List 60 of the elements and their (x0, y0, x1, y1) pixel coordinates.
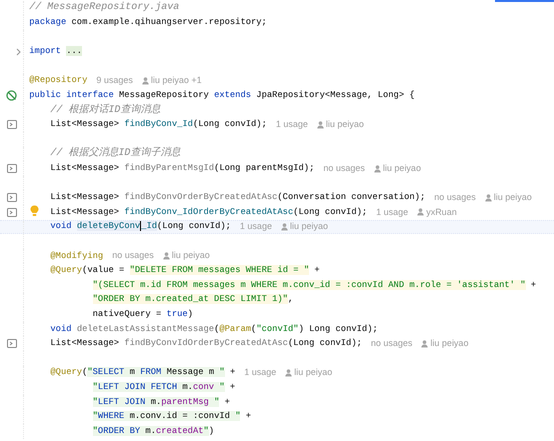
usage-count[interactable]: 9 usages (96, 74, 133, 88)
author-name[interactable]: liu peiyao +1 (150, 74, 202, 88)
usage-count[interactable]: 1 usage (276, 118, 308, 132)
code-line: List<Message> findByConv_IdOrderByCreatedAtAsc(Long convId); (50, 206, 368, 219)
usage-count[interactable]: 1 usage (244, 366, 276, 380)
code-line: // 根据父消息ID查询子消息 (50, 147, 180, 160)
code-line: package com.example.qihuangserver.repository; (29, 16, 267, 30)
console-icon[interactable] (6, 208, 16, 217)
author-name[interactable]: liu peiyao (294, 366, 332, 380)
code-line: "ORDER BY m.created_at DESC LIMIT 1)", (92, 293, 294, 306)
code-line: List<Message> findByConv_Id(Long convId); (50, 118, 267, 132)
usage-count[interactable]: 1 usage (240, 220, 272, 234)
code-line: List<Message> findByConvOrderByCreatedAtAsc(Conversation conversation); (50, 191, 426, 204)
person-icon (417, 208, 424, 216)
usage-count[interactable]: no usages (370, 336, 412, 350)
code-line: @Repository (29, 74, 88, 88)
code-line: // MessageRepository.java (29, 1, 180, 14)
code-line: List<Message> findByParentMsgId(Long parentMsgId); (50, 162, 314, 176)
tab-underline (495, 0, 554, 2)
code-line: import ... (29, 45, 82, 58)
usage-count[interactable]: 1 usage (376, 206, 408, 220)
code-line: "(SELECT m.id FROM messages m WHERE m.conv_id = :convId AND m.role = 'assistant' " + (92, 278, 536, 292)
console-icon[interactable] (6, 193, 16, 202)
code-line: "LEFT JOIN m.parentMsg " + (92, 396, 230, 409)
author-name[interactable]: liu peiyao (430, 336, 468, 350)
code-line: @Query(value = "DELETE FROM messages WHERE id = " + (50, 264, 320, 278)
code-line: List<Message> findByConvIdOrderByCreatedAtAsc(Long convId); (50, 337, 362, 350)
author-name[interactable]: liu peiyao (382, 162, 421, 176)
person-icon (484, 194, 492, 202)
code-line: void deleteByConv_Id(Long convId); (50, 220, 231, 234)
usage-count[interactable]: no usages (112, 249, 154, 263)
code-line: void deleteLastAssistantMessage(@Param("convId") Long convId); (50, 322, 378, 336)
code-line: "LEFT JOIN FETCH m.conv " + (92, 380, 236, 394)
code-line: nativeQuery = true) (92, 308, 193, 321)
person-icon (280, 222, 288, 231)
console-icon[interactable] (6, 164, 16, 174)
chevron-right-icon[interactable] (16, 48, 21, 56)
author-name[interactable]: yxRuan (426, 206, 457, 220)
author-name[interactable]: liu peiyao (326, 118, 364, 132)
circle-slash-icon[interactable] (6, 90, 17, 102)
person-icon (374, 164, 381, 173)
person-icon (162, 252, 170, 260)
lightbulb-icon[interactable] (30, 204, 39, 217)
usage-count[interactable]: no usages (323, 162, 365, 176)
code-line: "ORDER BY m.createdAt") (92, 424, 214, 438)
code-line: @Modifying (50, 250, 104, 263)
author-name[interactable]: liu peiyao (172, 249, 210, 263)
person-icon (142, 76, 149, 85)
person-icon (421, 340, 428, 348)
author-name[interactable]: liu peiyao (290, 220, 328, 234)
person-icon (316, 120, 324, 129)
code-line: // 根据对话ID查询消息 (50, 104, 160, 117)
person-icon (285, 368, 292, 377)
console-icon[interactable] (6, 120, 16, 130)
author-name[interactable]: liu peiyao (494, 190, 532, 204)
code-line: public interface MessageRepository extends JpaRepository<Message, Long> { (29, 89, 415, 102)
code-line: "WHERE m.conv.id = :convId " + (92, 410, 252, 424)
console-icon[interactable] (6, 339, 16, 348)
code-line: @Query("SELECT m FROM Message m " + (50, 366, 236, 380)
usage-count[interactable]: no usages (434, 190, 476, 204)
